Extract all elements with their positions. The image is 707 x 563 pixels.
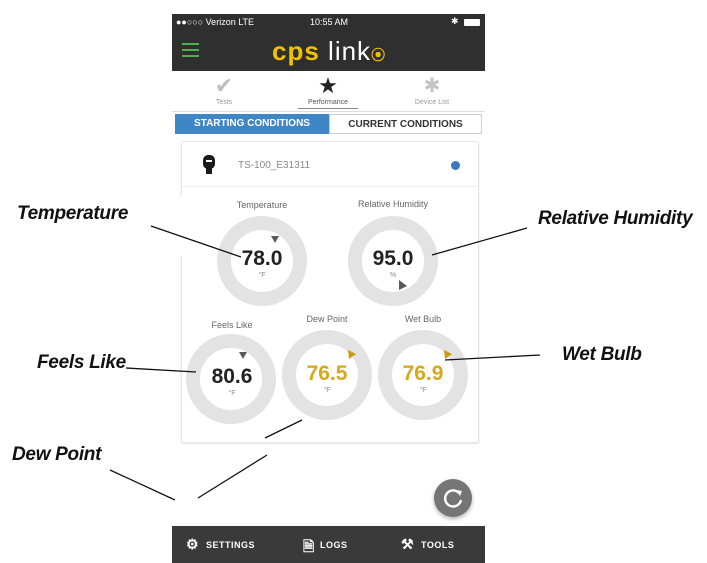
feels-like-callout-line xyxy=(125,367,197,373)
dew-point-callout-line xyxy=(264,419,303,439)
humidity-callout: Relative Humidity xyxy=(538,208,693,229)
wet-bulb-callout-line xyxy=(444,354,541,361)
feels-like-callout: Feels Like xyxy=(37,352,126,373)
temperature-callout: Temperature xyxy=(17,203,129,224)
humidity-callout-line xyxy=(431,227,528,256)
dew-point-callout-line xyxy=(197,454,268,499)
wet-bulb-callout: Wet Bulb xyxy=(562,344,642,365)
dew-point-callout-line xyxy=(109,469,176,501)
callout-lines xyxy=(109,225,541,501)
temperature-callout-line xyxy=(150,225,242,258)
dew-point-callout: Dew Point xyxy=(12,444,102,465)
